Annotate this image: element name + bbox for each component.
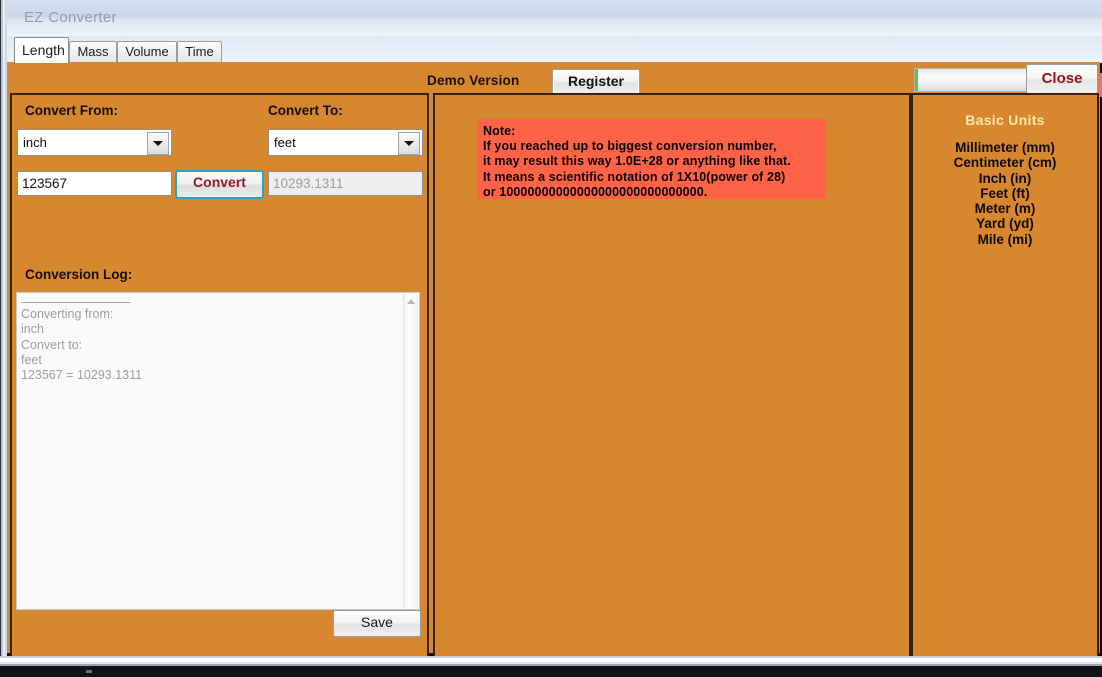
tab-volume[interactable]: Volume — [117, 41, 177, 63]
convert-from-label: Convert From: — [25, 103, 119, 118]
desktop-strip — [0, 666, 1102, 677]
chevron-down-icon[interactable] — [398, 132, 420, 155]
tab-strip: Length Mass Volume Time — [7, 36, 1102, 97]
basic-units-panel: Basic Units Millimeter (mm) Centimeter (… — [911, 93, 1099, 662]
list-item: Feet (ft) — [980, 185, 1030, 201]
note-line-2: If you reached up to biggest conversion … — [483, 139, 777, 154]
window-title: EZ Converter — [24, 9, 117, 26]
log-scrollbar[interactable] — [403, 294, 418, 608]
demo-version-label: Demo Version — [427, 73, 520, 88]
to-unit-value: feet — [274, 135, 296, 150]
to-unit-select[interactable]: feet — [268, 129, 423, 156]
note-box: Note: If you reached up to biggest conve… — [477, 119, 825, 199]
list-item: Mile (mi) — [977, 231, 1033, 247]
note-line-3: it may result this way 1.0E+28 or anythi… — [483, 154, 791, 169]
list-item: Millimeter (mm) — [955, 140, 1055, 155]
basic-units-list: Millimeter (mm) Centimeter (cm) Inch (in… — [913, 140, 1097, 247]
list-item: Meter (m) — [974, 201, 1036, 217]
scroll-up-arrow-icon[interactable] — [407, 299, 415, 304]
note-line-5: or 10000000000000000000000000000. — [483, 184, 708, 199]
note-line-1: Note: — [483, 124, 516, 138]
chevron-down-icon[interactable] — [147, 132, 169, 155]
list-item: Centimeter (cm) — [953, 155, 1057, 171]
list-item: Inch (in) — [978, 170, 1032, 186]
conversion-log-text: Converting from: inch Convert to: feet 1… — [21, 307, 143, 383]
close-button[interactable]: Close — [1026, 64, 1098, 94]
title-bar: EZ Converter — [7, 0, 1102, 37]
basic-units-title: Basic Units — [965, 112, 1045, 128]
save-button[interactable]: Save — [333, 610, 421, 637]
note-line-4: It means a scientific notation of 1X10(p… — [483, 169, 786, 184]
convert-to-label: Convert To: — [268, 103, 343, 118]
from-unit-value: inch — [23, 135, 47, 150]
conversion-log-label: Conversion Log: — [25, 267, 133, 282]
progress-bar-fill — [915, 69, 918, 91]
tab-mass[interactable]: Mass — [69, 41, 117, 63]
log-separator-rule — [21, 302, 131, 303]
window-frame-bottom — [0, 656, 1102, 666]
tab-length[interactable]: Length — [14, 37, 69, 63]
from-unit-select[interactable]: inch — [17, 129, 172, 156]
convert-button[interactable]: Convert — [175, 170, 264, 199]
list-item: Yard (yd) — [976, 216, 1034, 232]
window-frame-left — [0, 0, 7, 660]
register-button[interactable]: Register — [552, 69, 640, 95]
input-value-field[interactable]: 123567 — [17, 171, 172, 196]
desktop-artifact — [86, 670, 92, 673]
result-value-field: 10293.1311 — [268, 171, 423, 196]
progress-bar — [914, 68, 1028, 92]
app-window: EZ Converter Length Mass Volume Time Dem… — [0, 0, 1102, 677]
tab-time[interactable]: Time — [177, 41, 222, 63]
